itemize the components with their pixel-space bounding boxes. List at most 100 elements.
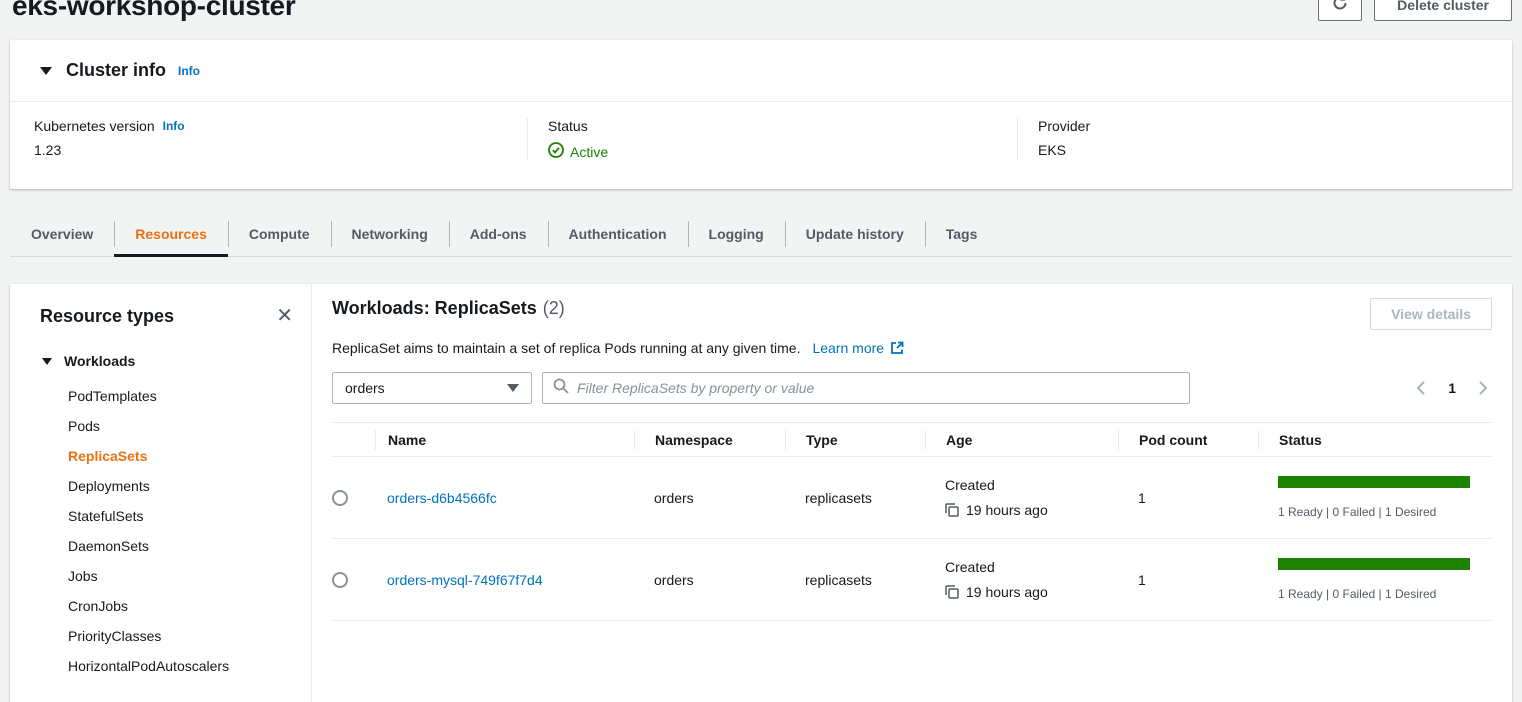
tree-item-priorityclasses[interactable]: PriorityClasses: [40, 621, 311, 651]
cluster-tabs: Overview Resources Compute Networking Ad…: [10, 211, 1512, 257]
tab-overview[interactable]: Overview: [10, 211, 114, 256]
chevron-right-icon[interactable]: [1476, 380, 1490, 396]
tab-authentication[interactable]: Authentication: [548, 211, 688, 256]
provider-field: Provider EKS: [1017, 118, 1512, 161]
tab-tags[interactable]: Tags: [925, 211, 999, 256]
page-header: eks-workshop-cluster Delete cluster: [0, 0, 1522, 30]
tree-item-deployments[interactable]: Deployments: [40, 471, 311, 501]
provider-label: Provider: [1038, 118, 1090, 134]
info-link[interactable]: Info: [163, 119, 185, 133]
status-label: Status: [548, 118, 588, 134]
collapse-caret-icon: [42, 358, 52, 365]
column-header-status[interactable]: Status: [1258, 430, 1492, 450]
external-link-icon: [890, 341, 904, 355]
header-actions: Delete cluster: [1318, 0, 1512, 21]
filter-scope-value: orders: [345, 380, 385, 396]
table-header: Name Namespace Type Age Pod count Status: [332, 422, 1492, 457]
tree-group-workloads[interactable]: Workloads: [40, 349, 311, 373]
table-row: orders-mysql-749f67f7d4 orders replicase…: [332, 539, 1492, 621]
cluster-info-header[interactable]: Cluster info Info: [10, 40, 1512, 102]
tab-networking[interactable]: Networking: [331, 211, 449, 256]
close-icon[interactable]: ✕: [274, 304, 295, 328]
table-row: orders-d6b4566fc orders replicasets Crea…: [332, 457, 1492, 539]
resource-types-title: Resource types: [40, 306, 311, 327]
provider-value: EKS: [1038, 142, 1512, 158]
search-box: [542, 372, 1190, 404]
collapse-caret-icon: [40, 67, 52, 75]
age-label: Created: [945, 559, 1118, 575]
filter-scope-dropdown[interactable]: orders: [332, 372, 532, 404]
namespace-value: orders: [634, 572, 785, 588]
refresh-icon: [1331, 0, 1349, 15]
tree-item-horizontalpodautoscalers[interactable]: HorizontalPodAutoscalers: [40, 651, 311, 681]
page-number[interactable]: 1: [1448, 380, 1456, 396]
refresh-button[interactable]: [1318, 0, 1362, 21]
resources-panel: Resource types ✕ Workloads PodTemplates …: [10, 284, 1512, 702]
kubernetes-version-value: 1.23: [34, 142, 527, 158]
row-radio-button[interactable]: [332, 572, 348, 588]
column-header-name[interactable]: Name: [375, 430, 634, 450]
tree-item-daemonsets[interactable]: DaemonSets: [40, 531, 311, 561]
delete-cluster-button[interactable]: Delete cluster: [1374, 0, 1512, 21]
column-header-type[interactable]: Type: [785, 430, 925, 450]
tab-resources[interactable]: Resources: [114, 211, 228, 256]
tab-compute[interactable]: Compute: [228, 211, 331, 256]
resource-types-panel: Resource types ✕ Workloads PodTemplates …: [10, 284, 312, 702]
learn-more-link[interactable]: Learn more: [812, 340, 884, 356]
panel-count: (2): [543, 298, 565, 319]
cluster-info-card: Cluster info Info Kubernetes version Inf…: [10, 40, 1512, 189]
column-header-age[interactable]: Age: [925, 430, 1118, 450]
search-icon: [553, 378, 569, 399]
age-label: Created: [945, 477, 1118, 493]
status-bar: [1278, 558, 1470, 570]
age-value: 19 hours ago: [966, 502, 1048, 518]
replicaset-name-link[interactable]: orders-d6b4566fc: [387, 490, 497, 506]
resource-types-tree: Workloads PodTemplates Pods ReplicaSets …: [40, 349, 311, 702]
cluster-info-body: Kubernetes version Info 1.23 Status Acti…: [10, 102, 1512, 189]
row-radio-button[interactable]: [332, 490, 348, 506]
tree-item-podtemplates[interactable]: PodTemplates: [40, 381, 311, 411]
tree-item-pods[interactable]: Pods: [40, 411, 311, 441]
panel-title: Workloads: ReplicaSets: [332, 298, 537, 319]
dropdown-caret-icon: [507, 384, 519, 392]
info-link[interactable]: Info: [178, 64, 200, 78]
chevron-left-icon[interactable]: [1414, 380, 1428, 396]
tab-logging[interactable]: Logging: [688, 211, 785, 256]
panel-description: ReplicaSet aims to maintain a set of rep…: [332, 340, 800, 356]
pod-count-value: 1: [1118, 572, 1258, 588]
tab-update-history[interactable]: Update history: [785, 211, 925, 256]
status-value: Active: [570, 144, 608, 160]
copy-icon[interactable]: [945, 503, 959, 517]
tree-item-statefulsets[interactable]: StatefulSets: [40, 501, 311, 531]
tree-group-cluster[interactable]: Cluster: [40, 697, 311, 702]
age-cell: Created 19 hours ago: [925, 559, 1118, 600]
replicaset-name-link[interactable]: orders-mysql-749f67f7d4: [387, 572, 543, 588]
status-text: 1 Ready | 0 Failed | 1 Desired: [1278, 587, 1470, 601]
tree-item-jobs[interactable]: Jobs: [40, 561, 311, 591]
view-details-button[interactable]: View details: [1370, 298, 1492, 330]
column-header-pod-count[interactable]: Pod count: [1118, 430, 1258, 450]
type-value: replicasets: [785, 490, 925, 506]
tree-item-replicasets[interactable]: ReplicaSets: [40, 441, 311, 471]
type-value: replicasets: [785, 572, 925, 588]
namespace-value: orders: [634, 490, 785, 506]
age-value: 19 hours ago: [966, 584, 1048, 600]
pod-count-value: 1: [1118, 490, 1258, 506]
status-text: 1 Ready | 0 Failed | 1 Desired: [1278, 505, 1470, 519]
cluster-info-title: Cluster info: [66, 60, 166, 81]
tree-item-cronjobs[interactable]: CronJobs: [40, 591, 311, 621]
age-cell: Created 19 hours ago: [925, 477, 1118, 518]
page-title: eks-workshop-cluster: [12, 0, 295, 22]
copy-icon[interactable]: [945, 585, 959, 599]
tab-add-ons[interactable]: Add-ons: [449, 211, 548, 256]
column-header-namespace[interactable]: Namespace: [634, 430, 785, 450]
kubernetes-version-field: Kubernetes version Info 1.23: [10, 118, 527, 161]
status-cell: 1 Ready | 0 Failed | 1 Desired: [1258, 476, 1492, 519]
status-ok-icon: [548, 142, 564, 161]
kubernetes-version-label: Kubernetes version: [34, 118, 155, 134]
replicasets-table: Name Namespace Type Age Pod count Status…: [332, 422, 1492, 621]
status-cell: 1 Ready | 0 Failed | 1 Desired: [1258, 558, 1492, 601]
pagination: 1: [1414, 380, 1490, 396]
status-bar: [1278, 476, 1470, 488]
search-input[interactable]: [577, 380, 1179, 396]
